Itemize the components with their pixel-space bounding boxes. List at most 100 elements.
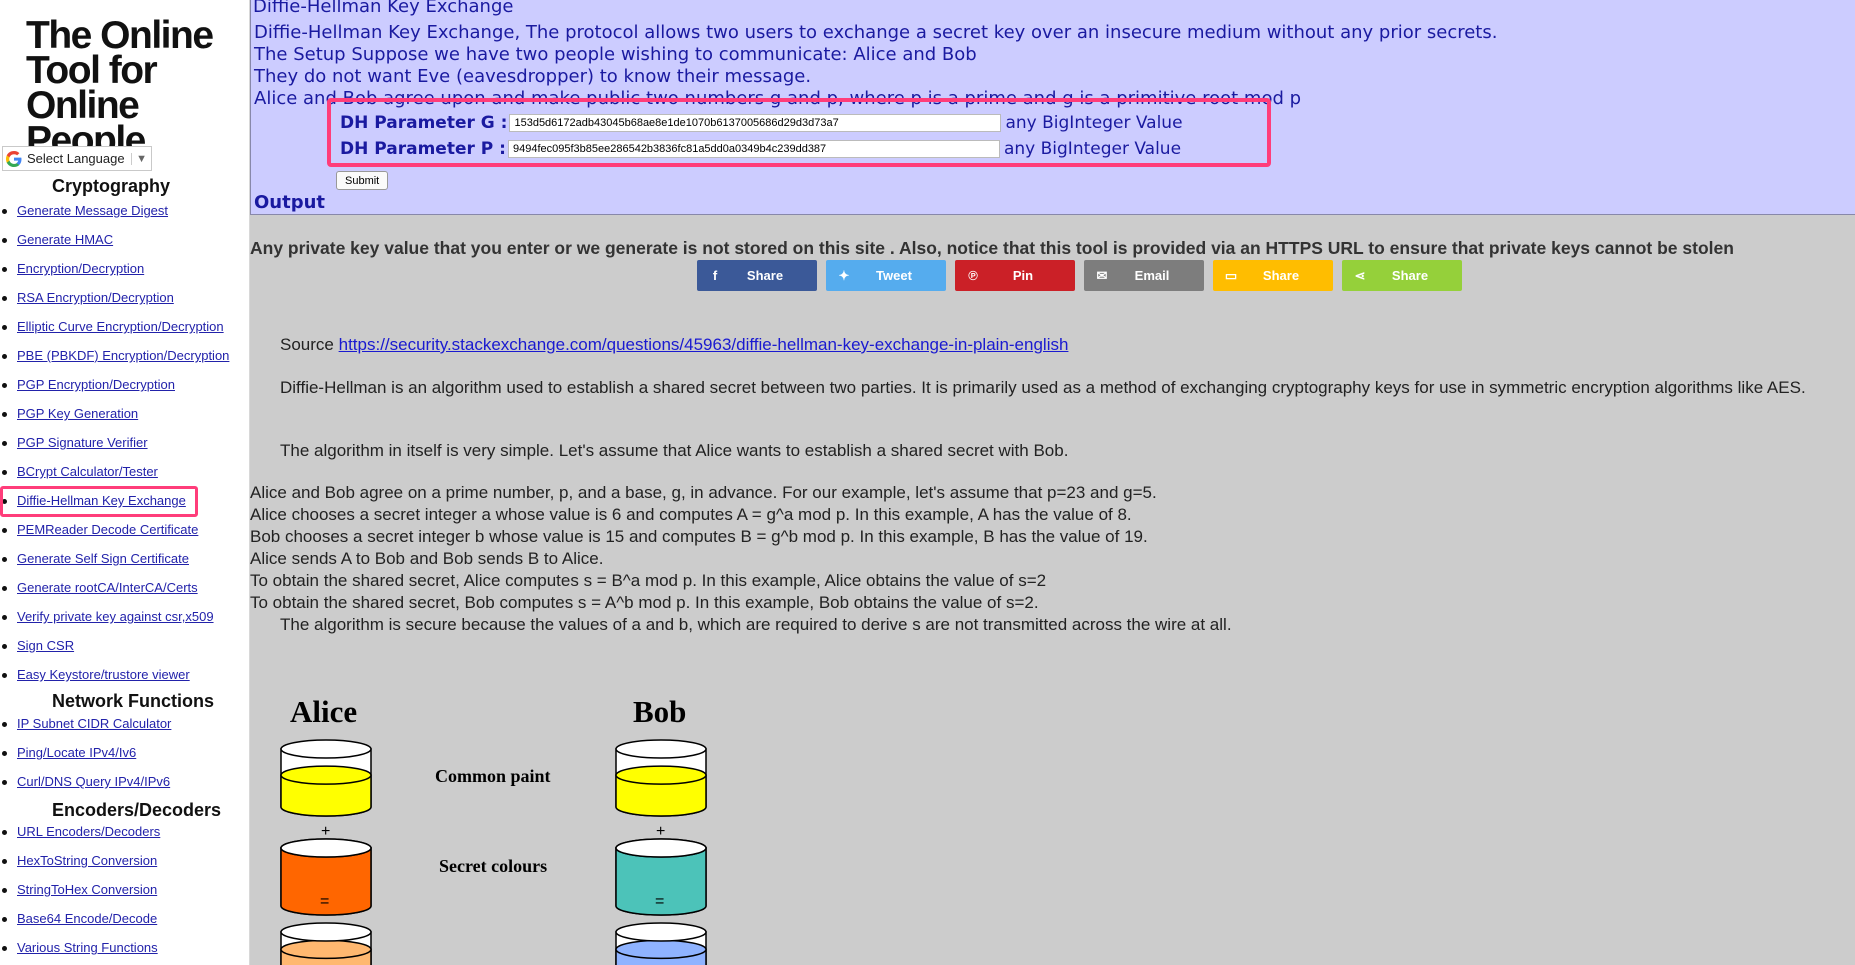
sidebar-item-generate-hmac[interactable]: Generate HMAC (0, 225, 229, 254)
email-icon: ✉ (1096, 267, 1108, 283)
sidebar-item-bcrypt-calculator-tester[interactable]: BCrypt Calculator/Tester (0, 457, 229, 486)
source-link[interactable]: https://security.stackexchange.com/quest… (339, 335, 1069, 354)
share-button-twitter[interactable]: ✦ Tweet (826, 260, 946, 291)
algorithm-step: Bob chooses a secret integer b whose val… (250, 527, 1148, 546)
sidebar-item-stringtohex-conversion[interactable]: StringToHex Conversion (0, 875, 160, 904)
sidebar-item-generate-rootca-interca-certs[interactable]: Generate rootCA/InterCA/Certs (0, 573, 229, 602)
sidebar-link[interactable]: HexToString Conversion (17, 853, 157, 868)
dropdown-arrow-icon[interactable]: ▼ (131, 152, 147, 165)
algorithm-step: Alice sends A to Bob and Bob sends B to … (250, 549, 604, 568)
algorithm-step: Alice chooses a secret integer a whose v… (250, 505, 1132, 524)
google-icon (6, 150, 22, 167)
source-line: Source https://security.stackexchange.co… (280, 335, 1068, 355)
sidebar-item-encryption-decryption[interactable]: Encryption/Decryption (0, 254, 229, 283)
share-label: Email (1134, 268, 1170, 283)
share-button-email[interactable]: ✉ Email (1084, 260, 1204, 291)
sidebar-link[interactable]: Ping/Locate IPv4/Iv6 (17, 745, 136, 760)
sidebar-link[interactable]: Encryption/Decryption (17, 261, 144, 276)
bob-plus-sign: + (656, 823, 666, 840)
sidebar-item-ip-subnet-cidr-calculator[interactable]: IP Subnet CIDR Calculator (0, 709, 171, 738)
sidebar-item-ping-locate-ipv4-iv6[interactable]: Ping/Locate IPv4/Iv6 (0, 738, 171, 767)
sidebar-item-pgp-key-generation[interactable]: PGP Key Generation (0, 399, 229, 428)
share-button-sms[interactable]: ▭ Share (1213, 260, 1333, 291)
sidebar-link[interactable]: Base64 Encode/Decode (17, 911, 157, 926)
sidebar-item-elliptic-curve-encryption-decryption[interactable]: Elliptic Curve Encryption/Decryption (0, 312, 229, 341)
share-button-facebook[interactable]: f Share (697, 260, 817, 291)
sidebar-item-curl-dns-query-ipv4-ipv6[interactable]: Curl/DNS Query IPv4/IPv6 (0, 767, 171, 796)
language-label: Select Language (27, 151, 125, 166)
sidebar-link[interactable]: Elliptic Curve Encryption/Decryption (17, 319, 224, 334)
sidebar-link[interactable]: Generate HMAC (17, 232, 113, 247)
sidebar-link[interactable]: Diffie-Hellman Key Exchange (17, 493, 186, 508)
sidebar-item-url-encoders-decoders[interactable]: URL Encoders/Decoders (0, 817, 160, 846)
sidebar-link[interactable]: IP Subnet CIDR Calculator (17, 716, 171, 731)
share-button-share[interactable]: ⋖ Share (1342, 260, 1462, 291)
sidebar-link[interactable]: Easy Keystore/trustore viewer (17, 667, 190, 682)
algorithm-step: Alice and Bob agree on a prime number, p… (250, 483, 1157, 502)
sidebar-item-diffie-hellman-key-exchange[interactable]: Diffie-Hellman Key Exchange (0, 486, 229, 517)
sidebar-link[interactable]: Various String Functions (17, 940, 158, 955)
section-heading-cryptography: Cryptography (52, 176, 171, 196)
sidebar-link[interactable]: PGP Signature Verifier (17, 435, 148, 450)
sidebar-item-pgp-encryption-decryption[interactable]: PGP Encryption/Decryption (0, 370, 229, 399)
source-prefix: Source (280, 335, 334, 354)
sidebar-item-sign-csr[interactable]: Sign CSR (0, 631, 229, 660)
alice-plus-sign: + (321, 823, 331, 840)
bob-equals-sign: = (655, 893, 665, 910)
output-label: Output (254, 192, 326, 213)
sidebar-link[interactable]: PGP Key Generation (17, 406, 138, 421)
simple-paragraph: The algorithm in itself is very simple. … (280, 441, 1069, 460)
sidebar-item-generate-message-digest[interactable]: Generate Message Digest (0, 196, 229, 225)
sidebar-link[interactable]: StringToHex Conversion (17, 882, 157, 897)
sidebar-item-pemreader-decode-certificate[interactable]: PEMReader Decode Certificate (0, 515, 229, 544)
language-select[interactable]: Select Language ▼ (2, 146, 152, 171)
sidebar-item-base64-encode-decode[interactable]: Base64 Encode/Decode (0, 904, 160, 933)
site-logo[interactable]: The Online Tool for Online People (26, 16, 231, 160)
params-highlight-box (327, 98, 1271, 167)
form-legend: Diffie-Hellman Key Exchange (253, 0, 516, 17)
sidebar-item-generate-self-sign-certificate[interactable]: Generate Self Sign Certificate (0, 544, 229, 573)
sidebar-item-verify-private-key-against-csr-x509[interactable]: Verify private key against csr,x509 (0, 602, 229, 631)
intro-line-2: The Setup Suppose we have two people wis… (254, 44, 977, 65)
sidebar-link[interactable]: Verify private key against csr,x509 (17, 609, 214, 624)
conclusion-paragraph: The algorithm is secure because the valu… (280, 615, 1232, 634)
facebook-icon: f (712, 268, 718, 283)
sidebar-item-rsa-encryption-decryption[interactable]: RSA Encryption/Decryption (0, 283, 229, 312)
sidebar-link[interactable]: Curl/DNS Query IPv4/IPv6 (17, 774, 170, 789)
share-label: Share (746, 268, 784, 283)
algorithm-step: To obtain the shared secret, Alice compu… (250, 571, 1047, 590)
sidebar-link[interactable]: PEMReader Decode Certificate (17, 522, 198, 537)
share-label: Share (1391, 268, 1429, 283)
sidebar-item-various-string-functions[interactable]: Various String Functions (0, 933, 160, 962)
algorithm-steps: Alice and Bob agree on a prime number, p… (250, 482, 1157, 614)
sidebar-item-hextostring-conversion[interactable]: HexToString Conversion (0, 846, 160, 875)
intro-paragraph: Diffie-Hellman is an algorithm used to e… (280, 378, 1806, 397)
share-label: Share (1262, 268, 1300, 283)
share-label: Pin (1012, 268, 1034, 283)
sidebar-item-pbe-pbkdf-encryption-decryption[interactable]: PBE (PBKDF) Encryption/Decryption (0, 341, 229, 370)
share-button-pinterest[interactable]: ℗ Pin (955, 260, 1075, 291)
sidebar-link[interactable]: RSA Encryption/Decryption (17, 290, 174, 305)
sidebar-link[interactable]: PGP Encryption/Decryption (17, 377, 175, 392)
privacy-notice: Any private key value that you enter or … (250, 238, 1734, 258)
sidebar-link[interactable]: BCrypt Calculator/Tester (17, 464, 158, 479)
sidebar-link[interactable]: URL Encoders/Decoders (17, 824, 160, 839)
sidebar-link[interactable]: PBE (PBKDF) Encryption/Decryption (17, 348, 229, 363)
sidebar-link[interactable]: Sign CSR (17, 638, 74, 653)
nav-list-encoders: URL Encoders/Decoders HexToString Convers… (0, 817, 160, 962)
sidebar-item-pgp-signature-verifier[interactable]: PGP Signature Verifier (0, 428, 229, 457)
bob-common-paint-bucket (615, 739, 707, 817)
nav-list-cryptography: Generate Message Digest Generate HMAC Encr… (0, 196, 229, 689)
nav-list-network: IP Subnet CIDR Calculator Ping/Locate IPv… (0, 709, 171, 796)
sidebar-link[interactable]: Generate Message Digest (17, 203, 168, 218)
sidebar-link[interactable]: Generate Self Sign Certificate (17, 551, 189, 566)
submit-button[interactable]: Submit (336, 171, 389, 190)
dh-form-panel: Diffie-Hellman Key Exchange Diffie-Hellm… (250, 0, 1855, 215)
bob-mixed-paint-bucket (615, 922, 707, 965)
alice-equals-sign: = (320, 893, 330, 910)
sidebar-item-easy-keystore-trustore-viewer[interactable]: Easy Keystore/trustore viewer (0, 660, 229, 689)
intro-line-1: Diffie-Hellman Key Exchange, The protoco… (254, 22, 1498, 43)
pinterest-icon: ℗ (968, 268, 978, 283)
sidebar-link[interactable]: Generate rootCA/InterCA/Certs (17, 580, 198, 595)
share-bar: f Share ✦ Tweet ℗ Pin ✉ Email ▭ Share ⋖ Share (697, 260, 1462, 291)
